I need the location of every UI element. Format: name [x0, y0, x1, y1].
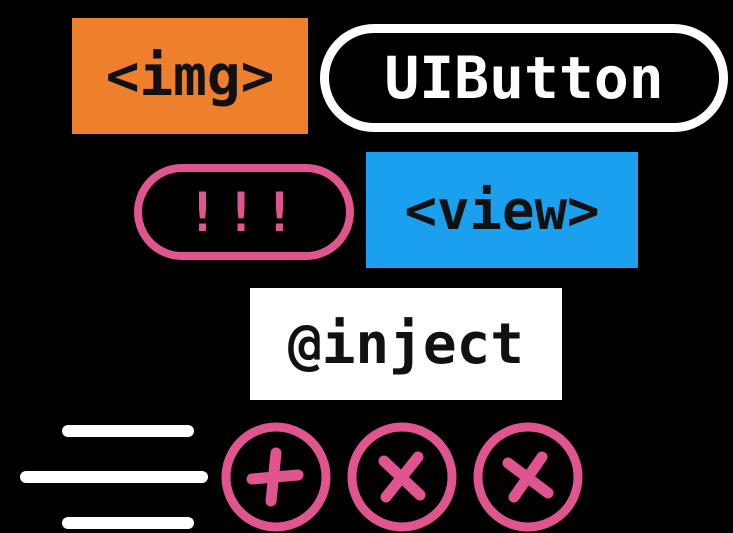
speed-line — [20, 471, 208, 483]
speed-line — [62, 425, 194, 437]
inject-tag-text: @inject — [287, 311, 524, 377]
exclamation-text: !!! — [186, 180, 302, 244]
view-tag-text: <view> — [404, 178, 600, 242]
uibutton-text: UIButton — [384, 44, 664, 112]
close-circle-icon — [346, 421, 458, 533]
speed-line — [62, 517, 194, 529]
uibutton-pill-sticker: UIButton — [320, 24, 728, 132]
view-tag-sticker: <view> — [366, 152, 638, 268]
close-circle-icon — [472, 421, 584, 533]
exclamation-pill-sticker: !!! — [134, 164, 354, 260]
sticker-canvas: { "colors": { "background": "#000000", "… — [0, 0, 733, 533]
plus-circle-icon — [220, 421, 332, 533]
img-tag-sticker: <img> — [72, 18, 308, 134]
inject-tag-sticker: @inject — [250, 288, 562, 400]
img-tag-text: <img> — [105, 43, 275, 109]
